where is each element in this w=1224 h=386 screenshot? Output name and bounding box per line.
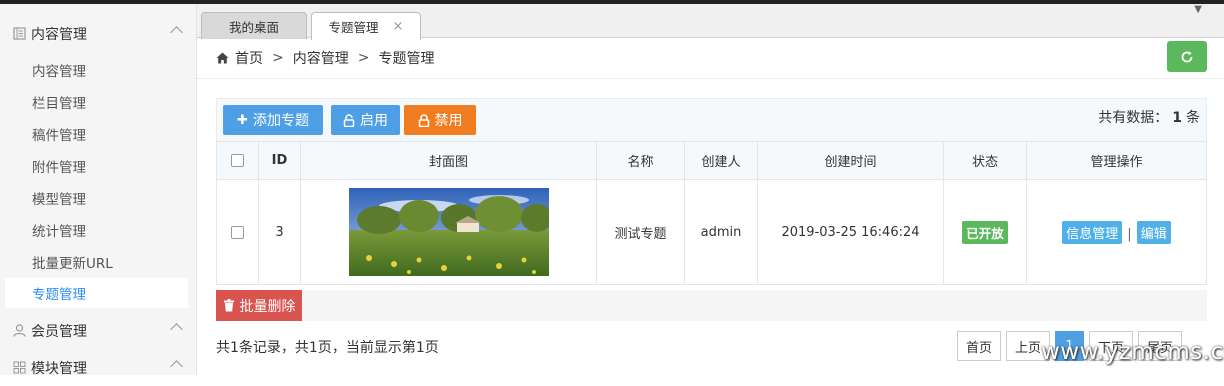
header-checkbox-cell (216, 141, 259, 180)
sidebar-item-statistics[interactable]: 统计管理 (5, 215, 188, 245)
header-creator: 创建人 (684, 141, 758, 180)
lock-icon (418, 113, 429, 127)
sidebar-item-label: 批量更新URL (32, 256, 113, 272)
unlock-icon (343, 113, 355, 127)
sidebar-group-module[interactable]: 模块管理 (0, 350, 197, 386)
page-first[interactable]: 首页 (957, 331, 1002, 361)
info-manage-button[interactable]: 信息管理 (1062, 220, 1123, 244)
tab-label: 我的桌面 (228, 19, 279, 35)
sidebar-item-label: 模型管理 (32, 192, 86, 208)
plus-icon: ✚ (237, 112, 248, 128)
enable-button[interactable]: 启用 (331, 105, 400, 135)
cell-creator: admin (684, 179, 758, 285)
close-icon[interactable]: × (393, 19, 404, 34)
tab-desktop[interactable]: 我的桌面 (201, 12, 307, 39)
sidebar-item-label: 专题管理 (32, 287, 86, 303)
sidebar-item-update-url[interactable]: 批量更新URL (5, 247, 188, 277)
sidebar-item-model[interactable]: 模型管理 (5, 183, 188, 213)
cell-cover (300, 179, 597, 285)
header-created-at: 创建时间 (757, 141, 944, 180)
sidebar-group-label: 会员管理 (31, 324, 87, 340)
sidebar-item-topic[interactable]: 专题管理 (5, 278, 188, 308)
header-cover: 封面图 (300, 141, 597, 180)
edit-button[interactable]: 编辑 (1136, 220, 1171, 244)
refresh-button[interactable] (1167, 41, 1207, 72)
chevron-up-icon (170, 323, 183, 336)
sidebar-item-attachment[interactable]: 附件管理 (5, 151, 188, 181)
header-id: ID (258, 141, 301, 180)
select-all-checkbox[interactable] (231, 154, 244, 167)
header-name: 名称 (596, 141, 685, 180)
sidebar-item-label: 附件管理 (32, 160, 86, 176)
cover-image (348, 188, 549, 276)
sidebar-item-label: 统计管理 (32, 224, 86, 240)
total-number: 1 (1172, 110, 1182, 126)
batch-delete-button[interactable]: 批量删除 (216, 290, 302, 321)
button-label: 批量删除 (239, 298, 296, 315)
add-topic-button[interactable]: ✚ 添加专题 (223, 105, 323, 135)
row-checkbox-cell (216, 179, 259, 285)
total-prefix: 共有数据： (1098, 110, 1169, 126)
breadcrumb-home[interactable]: 首页 (235, 48, 263, 68)
cell-actions: 信息管理 | 编辑 (1026, 179, 1207, 285)
divider (197, 78, 1224, 79)
disable-button[interactable]: 禁用 (404, 105, 476, 135)
sidebar-item-label: 内容管理 (32, 64, 86, 80)
breadcrumb: 首页 > 内容管理 > 专题管理 (216, 48, 434, 68)
header-actions: 管理操作 (1026, 141, 1207, 180)
cell-name: 测试专题 (596, 179, 685, 285)
sidebar-group-label: 内容管理 (31, 27, 87, 43)
breadcrumb-separator: > (357, 50, 370, 66)
sidebar-group-content[interactable]: 内容管理 (0, 16, 197, 52)
records-summary: 共1条记录，共1页，当前显示第1页 (216, 340, 439, 356)
sidebar-group-label: 模块管理 (31, 361, 87, 377)
sidebar-group-member[interactable]: 会员管理 (0, 313, 197, 349)
sidebar-item-category[interactable]: 栏目管理 (5, 87, 188, 117)
user-icon (12, 324, 26, 338)
button-label: 添加专题 (252, 113, 309, 129)
sidebar: 内容管理 内容管理 栏目管理 稿件管理 附件管理 模型管理 统计管理 批量更新U… (0, 4, 197, 377)
total-suffix: 条 (1186, 110, 1200, 126)
breadcrumb-separator: > (272, 50, 284, 66)
document-icon (12, 27, 26, 41)
grid-icon (12, 361, 26, 375)
trash-icon (223, 299, 234, 312)
refresh-icon (1181, 50, 1193, 62)
row-checkbox[interactable] (231, 225, 244, 239)
sidebar-item-content[interactable]: 内容管理 (5, 55, 188, 85)
button-label: 启用 (360, 113, 388, 129)
chevron-down-icon[interactable]: ▼ (1194, 4, 1202, 15)
tab-topic[interactable]: 专题管理 × (311, 12, 421, 40)
batch-bar (216, 290, 1207, 321)
action-separator: | (1127, 226, 1132, 242)
button-label: 禁用 (434, 113, 463, 129)
total-count: 共有数据： 1 条 (1098, 107, 1200, 127)
chevron-up-icon (170, 26, 183, 39)
toolbar: ✚ 添加专题 启用 禁用 共有数据： 1 条 (216, 98, 1207, 142)
home-icon (216, 52, 229, 64)
breadcrumb-parent[interactable]: 内容管理 (293, 48, 349, 68)
tab-bar: 我的桌面 专题管理 × ▼ (197, 4, 1224, 40)
table-header-row: ID 封面图 名称 创建人 创建时间 状态 管理操作 (216, 141, 1207, 180)
watermark: www.yzmcms.com (1041, 339, 1224, 365)
cell-id: 3 (258, 179, 301, 285)
breadcrumb-current: 专题管理 (378, 51, 435, 67)
topic-table: ID 封面图 名称 创建人 创建时间 状态 管理操作 3 测试专题 admin … (216, 141, 1207, 285)
sidebar-item-label: 稿件管理 (32, 128, 86, 144)
chevron-up-icon (170, 360, 183, 373)
header-status: 状态 (943, 141, 1027, 180)
cell-status: 已开放 (943, 179, 1027, 285)
status-badge: 已开放 (962, 220, 1008, 244)
cell-created-at: 2019-03-25 16:46:24 (757, 179, 944, 285)
sidebar-item-label: 栏目管理 (32, 96, 86, 112)
tab-label: 专题管理 (328, 20, 379, 35)
table-row: 3 测试专题 admin 2019-03-25 16:46:24 已开放 信息管… (216, 179, 1207, 285)
sidebar-item-manuscript[interactable]: 稿件管理 (5, 119, 188, 149)
